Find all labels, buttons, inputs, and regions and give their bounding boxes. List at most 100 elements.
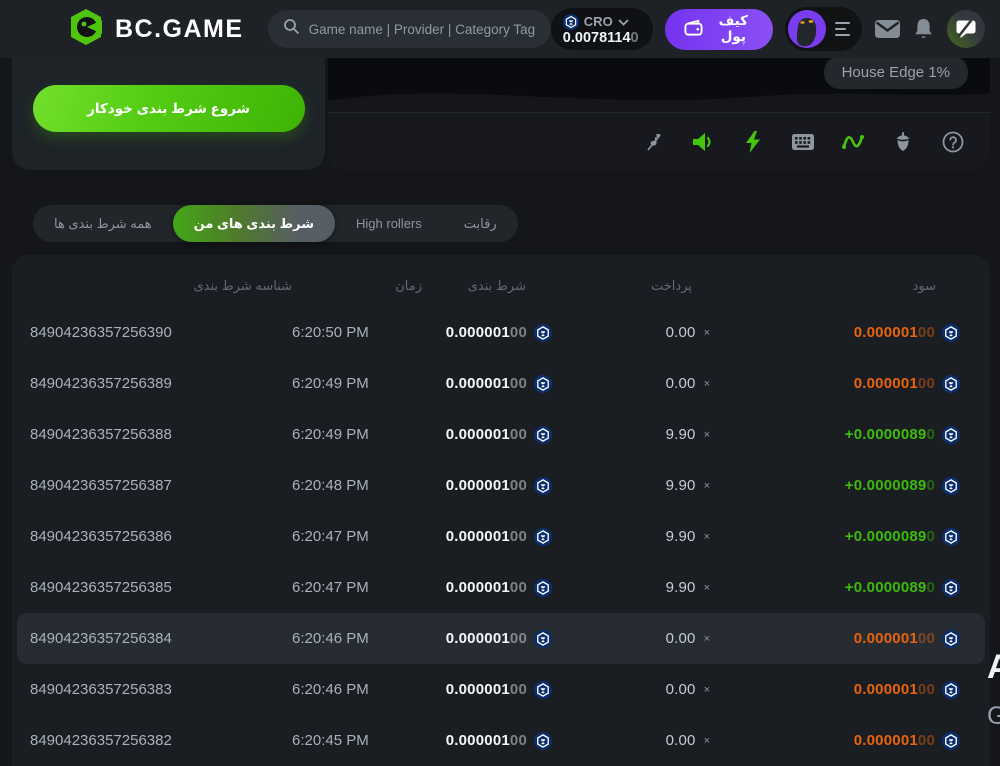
- bet-time: 6:20:47 PM: [292, 528, 422, 545]
- bcgame-logo-text: BC.GAME: [115, 15, 244, 44]
- table-row[interactable]: 84904236357256387 6:20:48 PM 0.00000100 …: [17, 460, 985, 511]
- header-profit: سود: [710, 278, 960, 294]
- start-autobet-button[interactable]: شروع شرط بندی خودکار: [33, 85, 305, 132]
- bet-profit: 0.00000100: [710, 630, 960, 648]
- table-row[interactable]: 84904236357256382 6:20:45 PM 0.00000100 …: [17, 715, 985, 766]
- table-row[interactable]: 84904236357256384 6:20:46 PM 0.00000100 …: [17, 613, 985, 664]
- bet-payout: 0.00×: [552, 681, 710, 698]
- tab-1[interactable]: شرط بندی های من: [173, 205, 335, 242]
- tab-3[interactable]: رقابت: [443, 205, 518, 242]
- cro-coin-icon: [534, 426, 552, 444]
- cro-coin-icon: [534, 528, 552, 546]
- bet-time: 6:20:48 PM: [292, 477, 422, 494]
- bet-amount: 0.00000100: [422, 579, 552, 597]
- turbo-bet-icon[interactable]: [736, 125, 770, 159]
- bet-amount: 0.00000100: [422, 477, 552, 495]
- chat-toggle-button[interactable]: [946, 9, 986, 49]
- bet-profit: +0.00000890: [710, 579, 960, 597]
- profile-menu[interactable]: [785, 7, 862, 51]
- cro-coin-icon: [534, 630, 552, 648]
- bcgame-logo-icon: [66, 7, 106, 52]
- bet-time: 6:20:47 PM: [292, 579, 422, 596]
- wallet-button-label: کیف پول: [712, 13, 755, 45]
- search-input[interactable]: [309, 22, 536, 37]
- music-off-icon[interactable]: [636, 125, 670, 159]
- wallet-icon: [683, 18, 704, 40]
- bet-amount: 0.00000100: [422, 426, 552, 444]
- help-icon[interactable]: [936, 125, 970, 159]
- bet-time: 6:20:49 PM: [292, 426, 422, 443]
- chat-panel-peek: A G: [986, 640, 1000, 766]
- table-row[interactable]: 84904236357256386 6:20:47 PM 0.00000100 …: [17, 511, 985, 562]
- mail-button[interactable]: [874, 18, 901, 40]
- house-edge-badge: House Edge 1%: [824, 58, 968, 89]
- bet-amount: 0.00000100: [422, 528, 552, 546]
- cro-coin-icon: [563, 14, 579, 30]
- bet-payout: 0.00×: [552, 375, 710, 392]
- cro-coin-icon: [942, 630, 960, 648]
- cro-coin-icon: [942, 579, 960, 597]
- chevron-down-icon: [618, 13, 629, 31]
- table-row[interactable]: 84904236357256388 6:20:49 PM 0.00000100 …: [17, 409, 985, 460]
- header-time: زمان: [292, 278, 422, 294]
- wallet-button[interactable]: کیف پول: [665, 9, 773, 50]
- bet-time: 6:20:45 PM: [292, 732, 422, 749]
- table-row[interactable]: 84904236357256389 6:20:49 PM 0.00000100 …: [17, 358, 985, 409]
- bet-payout: 9.90×: [552, 477, 710, 494]
- table-row[interactable]: 84904236357256390 6:20:50 PM 0.00000100 …: [17, 307, 985, 358]
- bet-profit: 0.00000100: [710, 681, 960, 699]
- table-row[interactable]: 84904236357256385 6:20:47 PM 0.00000100 …: [17, 562, 985, 613]
- header-bet: شرط بندی: [422, 278, 552, 294]
- bcgame-logo[interactable]: BC.GAME: [66, 7, 244, 52]
- notifications-bell-button[interactable]: [913, 17, 934, 41]
- cro-coin-icon: [942, 375, 960, 393]
- bet-payout: 9.90×: [552, 579, 710, 596]
- game-toolbar: [328, 112, 990, 170]
- cro-coin-icon: [942, 324, 960, 342]
- tab-0[interactable]: همه شرط بندی ها: [33, 205, 173, 242]
- bet-payout: 0.00×: [552, 630, 710, 647]
- header-bet-id: شناسه شرط بندی: [30, 278, 292, 294]
- bet-amount: 0.00000100: [422, 681, 552, 699]
- bets-table: شناسه شرط بندی زمان شرط بندی پرداخت سود …: [12, 255, 990, 766]
- bet-profit: 0.00000100: [710, 375, 960, 393]
- bet-payout: 0.00×: [552, 732, 710, 749]
- cro-coin-icon: [534, 579, 552, 597]
- bet-amount: 0.00000100: [422, 375, 552, 393]
- bet-payout: 9.90×: [552, 426, 710, 443]
- currency-selector[interactable]: CRO 0.00781140: [551, 8, 653, 50]
- bet-id: 84904236357256382: [30, 732, 292, 749]
- game-section: شروع شرط بندی خودکار: [12, 58, 990, 170]
- bet-id: 84904236357256390: [30, 324, 292, 341]
- cro-coin-icon: [534, 681, 552, 699]
- currency-code: CRO: [584, 14, 613, 29]
- search-icon: [283, 18, 300, 40]
- header-payout: پرداخت: [552, 278, 710, 294]
- bet-amount: 0.00000100: [422, 732, 552, 750]
- cro-coin-icon: [942, 477, 960, 495]
- live-stats-icon[interactable]: [836, 125, 870, 159]
- bet-time: 6:20:46 PM: [292, 630, 422, 647]
- bet-time: 6:20:46 PM: [292, 681, 422, 698]
- table-row[interactable]: 84904236357256383 6:20:46 PM 0.00000100 …: [17, 664, 985, 715]
- bet-profit: 0.00000100: [710, 732, 960, 750]
- avatar[interactable]: [788, 10, 826, 48]
- tab-2[interactable]: High rollers: [335, 205, 443, 242]
- bet-profit: +0.00000890: [710, 477, 960, 495]
- cro-coin-icon: [534, 375, 552, 393]
- bet-id: 84904236357256385: [30, 579, 292, 596]
- bet-profit: +0.00000890: [710, 528, 960, 546]
- bet-id: 84904236357256387: [30, 477, 292, 494]
- game-search[interactable]: [268, 10, 551, 48]
- balance-amount: 0.00781140: [563, 31, 639, 46]
- seeds-icon[interactable]: [886, 125, 920, 159]
- bets-tabs: همه شرط بندی هاشرط بندی های منHigh rolle…: [33, 205, 518, 242]
- bet-id: 84904236357256384: [30, 630, 292, 647]
- sound-on-icon[interactable]: [686, 125, 720, 159]
- menu-icon: [835, 22, 850, 37]
- bet-amount: 0.00000100: [422, 324, 552, 342]
- hotkeys-icon[interactable]: [786, 125, 820, 159]
- cro-coin-icon: [942, 732, 960, 750]
- chat-peek-letter: G: [987, 702, 1000, 731]
- bet-id: 84904236357256383: [30, 681, 292, 698]
